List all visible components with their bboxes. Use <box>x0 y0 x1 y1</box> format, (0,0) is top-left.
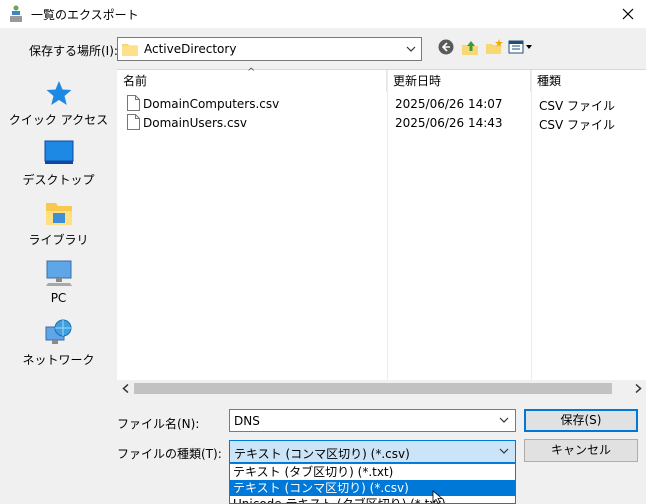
chevron-left-icon <box>121 384 128 393</box>
places-bar: クイック アクセス デスクトップ ライブラリ PC ネットワーク <box>0 69 117 396</box>
folder-icon <box>122 44 138 56</box>
document-icon <box>127 114 140 130</box>
column-header-name[interactable]: 名前 <box>117 70 387 92</box>
title-bar: 一覧のエクスポート <box>0 0 646 28</box>
network-icon <box>45 319 71 344</box>
place-quick-access[interactable]: クイック アクセス <box>0 79 117 137</box>
location-combobox[interactable]: ActiveDirectory <box>117 37 422 61</box>
library-icon <box>45 203 72 225</box>
filetype-option[interactable]: テキスト (タブ区切り) (*.txt) <box>230 464 515 480</box>
place-pc[interactable]: PC <box>0 259 117 317</box>
scroll-right-button[interactable] <box>629 380 646 397</box>
location-value: ActiveDirectory <box>144 42 237 56</box>
chevron-down-icon[interactable] <box>499 415 509 425</box>
filetype-option-selected[interactable]: テキスト (コンマ区切り) (*.csv) <box>230 480 515 496</box>
back-icon[interactable] <box>436 38 456 56</box>
horizontal-scrollbar[interactable] <box>117 380 646 397</box>
file-type: CSV ファイル <box>539 99 616 113</box>
filetype-value: テキスト (コンマ区切り) (*.csv) <box>234 447 410 461</box>
filename-label: ファイル名(N): <box>117 417 200 431</box>
new-folder-icon[interactable] <box>484 38 504 56</box>
chevron-down-icon[interactable] <box>499 446 509 456</box>
file-name: DomainUsers.csv <box>143 116 247 130</box>
place-label: PC <box>50 291 67 305</box>
file-row[interactable]: DomainComputers.csv 2025/06/26 14:07 CSV… <box>117 95 646 114</box>
file-modified: 2025/06/26 14:43 <box>395 116 503 130</box>
file-type: CSV ファイル <box>539 118 616 132</box>
column-header-type[interactable]: 種類 <box>531 70 646 92</box>
filetype-label: ファイルの種類(T): <box>117 447 222 461</box>
place-library[interactable]: ライブラリ <box>0 199 117 257</box>
place-network[interactable]: ネットワーク <box>0 319 117 377</box>
pc-icon <box>45 260 72 286</box>
desktop-icon <box>44 140 73 164</box>
document-icon <box>127 95 140 111</box>
mouse-cursor-icon <box>432 490 444 504</box>
file-name: DomainComputers.csv <box>143 97 280 111</box>
column-header-modified[interactable]: 更新日時 <box>387 70 531 92</box>
filetype-dropdown-list[interactable]: テキスト (タブ区切り) (*.txt) テキスト (コンマ区切り) (*.cs… <box>229 463 516 504</box>
filetype-combobox[interactable]: テキスト (コンマ区切り) (*.csv) <box>229 440 516 463</box>
place-label: ネットワーク <box>22 353 95 367</box>
view-menu-icon[interactable] <box>508 38 534 56</box>
scroll-left-button[interactable] <box>117 380 134 397</box>
scroll-thumb[interactable] <box>134 383 612 394</box>
up-folder-icon[interactable] <box>460 38 480 56</box>
location-label: 保存する場所(I): <box>29 44 118 58</box>
file-list[interactable]: ^ 名前 更新日時 種類 DomainComputers.csv 2025/06… <box>117 67 646 396</box>
cancel-button[interactable]: キャンセル <box>524 439 638 462</box>
file-row[interactable]: DomainUsers.csv 2025/06/26 14:43 CSV ファイ… <box>117 114 646 133</box>
place-label: デスクトップ <box>22 173 95 187</box>
close-icon <box>622 8 634 20</box>
close-button[interactable] <box>610 0 646 28</box>
file-modified: 2025/06/26 14:07 <box>395 97 503 111</box>
place-label: クイック アクセス <box>8 113 109 127</box>
filetype-option[interactable]: Unicode テキスト (タブ区切り) (*.txt) <box>230 496 515 503</box>
filename-input[interactable]: DNS <box>234 414 260 428</box>
window-title: 一覧のエクスポート <box>31 8 139 22</box>
save-button[interactable]: 保存(S) <box>524 409 638 432</box>
app-icon <box>10 5 22 22</box>
place-desktop[interactable]: デスクトップ <box>0 139 117 197</box>
chevron-right-icon <box>635 384 642 393</box>
star-icon <box>46 81 71 105</box>
chevron-down-icon <box>406 46 416 52</box>
place-label: ライブラリ <box>28 233 89 247</box>
filename-combobox[interactable]: DNS <box>229 409 516 432</box>
